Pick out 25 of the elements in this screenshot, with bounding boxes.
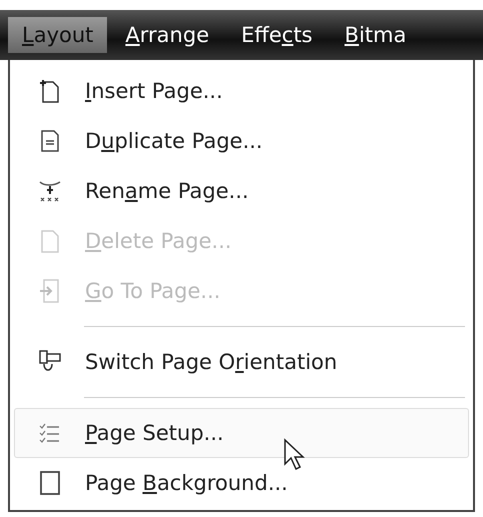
- menu-item-label: Delete Page...: [85, 229, 232, 253]
- checklist-icon: [39, 421, 61, 445]
- menu-bar-item[interactable]: Layout: [8, 17, 108, 53]
- menu-bar-item[interactable]: Bitma: [330, 17, 420, 53]
- menu-item-label: Page Background...: [85, 471, 288, 495]
- menu-item[interactable]: Insert Page...: [14, 66, 469, 116]
- menu-item-label: Switch Page Orientation: [85, 350, 338, 374]
- menu-item-label: Insert Page...: [85, 79, 223, 103]
- page-icon: [39, 470, 61, 496]
- menu-item[interactable]: Duplicate Page...: [14, 116, 469, 166]
- menu-item[interactable]: Rename Page...: [14, 166, 469, 216]
- page-icon: [39, 228, 61, 254]
- mouse-pointer-icon: [283, 438, 307, 472]
- document-icon: [40, 129, 60, 153]
- menu-item-label: Go To Page...: [85, 279, 220, 303]
- menu-bar-item[interactable]: Arrange: [111, 17, 224, 53]
- menu-item-label: Page Setup...: [85, 421, 224, 445]
- menu-item[interactable]: Page Background...: [14, 458, 469, 508]
- menu-bar-item[interactable]: Effects: [227, 17, 327, 53]
- menu-item-label: Rename Page...: [85, 179, 249, 203]
- menu-item-label: Duplicate Page...: [85, 129, 263, 153]
- new-page-icon: [39, 78, 61, 104]
- menu-item[interactable]: Switch Page Orientation: [14, 337, 469, 387]
- go-to-page-icon: [39, 278, 61, 304]
- menu-item[interactable]: Page Setup...: [14, 408, 469, 458]
